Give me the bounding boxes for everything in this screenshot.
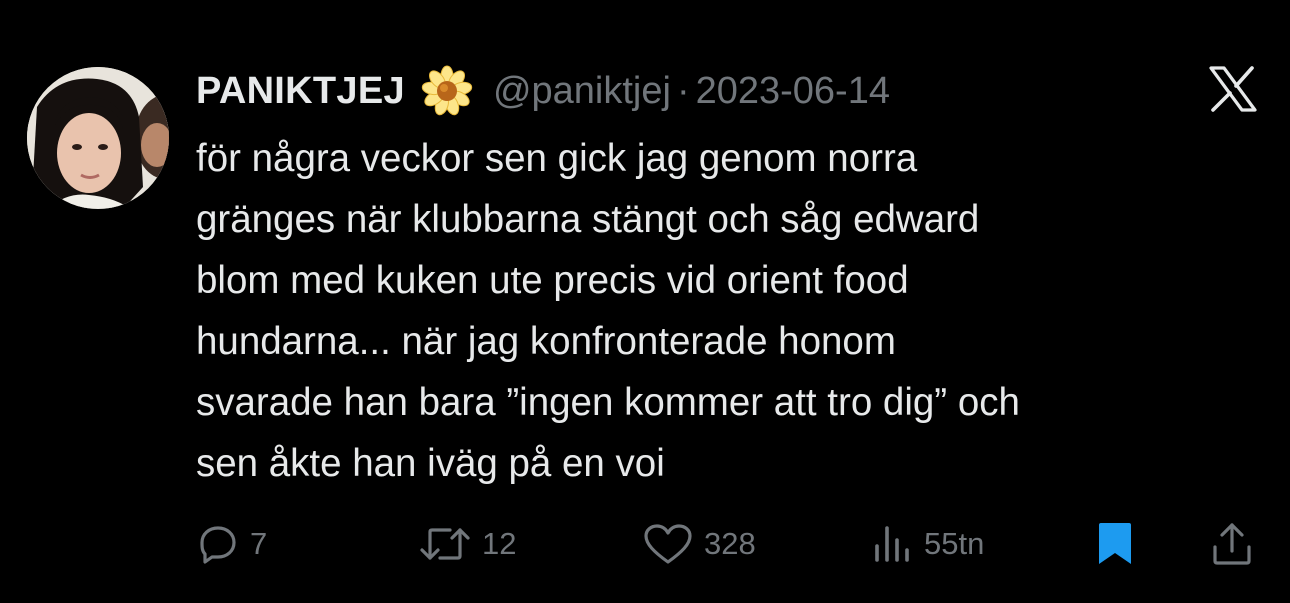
tweet-card: PANIKTJEJ @paniktjej · 2023-06-14 för nå… [0, 0, 1290, 603]
retweet-icon [420, 528, 470, 560]
bookmark-icon [1099, 523, 1131, 564]
retweet-button[interactable]: 12 [418, 512, 516, 576]
reply-count: 7 [250, 526, 268, 561]
views-count: 55tn [924, 526, 985, 561]
tweet-text-line: svarade han bara ”ingen kommer att tro d… [196, 381, 1020, 424]
avatar[interactable] [27, 67, 169, 209]
separator-dot: · [676, 69, 690, 112]
reply-icon [200, 526, 236, 564]
tweet-text-line: hundarna... när jag konfronterade honom [196, 320, 896, 363]
display-name[interactable]: PANIKTJEJ [196, 70, 405, 113]
x-logo-icon[interactable] [1208, 66, 1258, 112]
daisy-emoji [417, 64, 477, 118]
share-icon [1213, 523, 1251, 565]
views-button[interactable]: 55tn [870, 512, 984, 576]
avatar-image [27, 67, 169, 209]
tweet-text-line: sen åkte han iväg på en voi [196, 442, 665, 485]
like-icon [644, 524, 692, 564]
reply-button[interactable]: 7 [196, 512, 267, 576]
bookmark-button[interactable] [1094, 512, 1136, 576]
views-icon [875, 526, 909, 562]
share-button[interactable] [1210, 512, 1254, 576]
user-handle[interactable]: @paniktjej [493, 70, 671, 113]
retweet-count: 12 [482, 526, 517, 561]
action-bar: 7 12 328 55tn [0, 512, 1290, 576]
tweet-text-line: gränges när klubbarna stängt och såg edw… [196, 198, 980, 241]
like-count: 328 [704, 526, 756, 561]
tweet-text-line: för några veckor sen gick jag genom norr… [196, 137, 918, 180]
tweet-date[interactable]: 2023-06-14 [696, 70, 890, 113]
like-button[interactable]: 328 [642, 512, 756, 576]
tweet-text-line: blom med kuken ute precis vid orient foo… [196, 259, 909, 302]
tweet-header: PANIKTJEJ @paniktjej · 2023-06-14 [196, 64, 890, 118]
tweet-text: för några veckor sen gick jag genom norr… [196, 128, 1276, 494]
